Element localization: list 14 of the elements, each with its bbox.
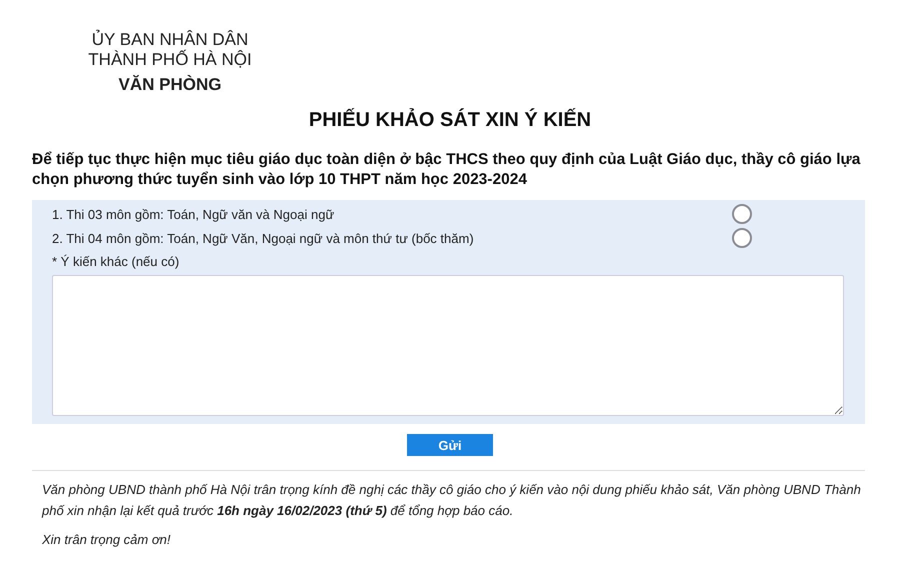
radio-button[interactable] xyxy=(732,228,752,248)
note-text: Xin trân trọng cảm ơn! xyxy=(42,531,172,549)
survey-title: PHIẾU KHẢO SÁT XIN Ý KIẾN xyxy=(308,109,592,132)
comment-label: * Ý kiến khác (nếu có) xyxy=(52,254,180,269)
comment-field[interactable] xyxy=(52,275,844,416)
office-name: VĂN PHÒNG xyxy=(118,75,222,95)
option-label: 1. Thi 03 môn gồm: Toán, Ngữ văn và Ngoại ngữ xyxy=(52,206,336,222)
city-name: THÀNH PHỐ HÀ NỘI xyxy=(88,50,252,70)
question-text: Để tiếp tục thực hiện mục tiêu giáo dục toàn diện ở bậc THCS theo quy định của Luật Giáo dục, thầy cô giáo lựa chọn phương thức tuyển sinh vào lớp 10 THPT năm học 2023-2024 xyxy=(32,150,862,190)
note-text: Văn phòng UBND thành phố Hà Nội trân trọng kính đề nghị các thầy cô giáo cho ý kiến vào nội dung phiếu khảo sát, Văn phòng UBND Thành phố xin nhận lại kết quả trước 16h ngày 16/02/2023 (thứ 5) để tổng hợp báo cáo. xyxy=(42,481,862,520)
option-label: 2. Thi 04 môn gồm: Toán, Ngữ Văn, Ngoại ngữ và môn thứ tư (bốc thăm) xyxy=(52,230,475,246)
organization-name: ỦY BAN NHÂN DÂN xyxy=(92,30,248,50)
radio-button[interactable] xyxy=(732,204,752,224)
submit-button[interactable]: Gửi xyxy=(407,434,493,456)
